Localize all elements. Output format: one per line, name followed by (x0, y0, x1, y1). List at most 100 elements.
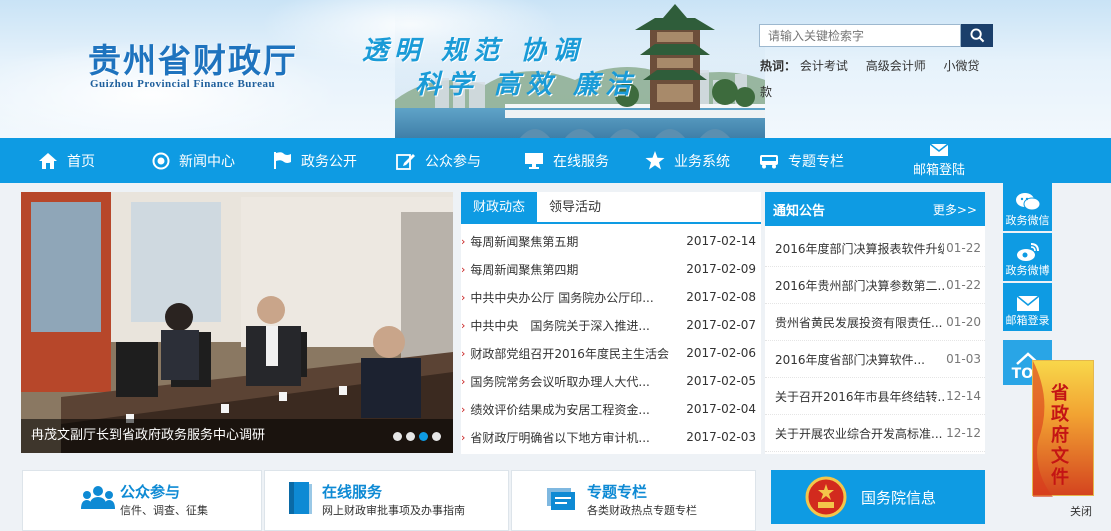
target-icon (152, 152, 170, 169)
nav-label: 公众参与 (425, 153, 481, 170)
arrow-icon: › (461, 234, 466, 248)
mail-icon (929, 143, 949, 156)
nav-item-special-topics[interactable]: 专题专栏 (759, 138, 844, 183)
tab-leader-activity[interactable]: 领导活动 (537, 192, 613, 224)
hot-keywords: 热词： 会计考试 高级会计师 小微贷款 (760, 53, 990, 105)
news-tabs: 财政动态 领导活动 (461, 192, 761, 224)
wechat-icon (1015, 193, 1040, 211)
home-icon (39, 152, 57, 169)
search-input[interactable] (759, 24, 961, 47)
notice-panel: 通知公告 更多>> 2016年度部门决算报表软件升级 01-22 2016年贵州部门… (765, 192, 985, 454)
arrow-icon: › (461, 430, 466, 444)
slogan-line-2: 科学 高效 廉洁 (415, 70, 638, 100)
search-button[interactable] (961, 24, 993, 47)
news-item[interactable]: › 绩效评价结果成为安居工程资金... 2017-02-04 (461, 395, 761, 423)
side-weixin-label: 政务微信 (1005, 214, 1050, 227)
slider-dots (393, 432, 441, 441)
nav-item-home[interactable]: 首页 (38, 138, 95, 183)
notice-item-title[interactable]: 贵州省黄民发展投资有限责任... (775, 314, 944, 331)
news-item-title[interactable]: 国务院常务会议听取办理人大代... (470, 373, 680, 390)
close-ad-button[interactable]: 关闭 (1070, 503, 1092, 519)
nav-label: 新闻中心 (179, 153, 235, 170)
news-item-title[interactable]: 财政部党组召开2016年度民主生活会 (470, 345, 680, 362)
nav-label: 首页 (67, 153, 95, 170)
news-item[interactable]: › 国务院常务会议听取办理人大代... 2017-02-05 (461, 367, 761, 395)
bus-icon (760, 154, 778, 168)
side-weixin[interactable]: 政务微信 (1003, 183, 1052, 231)
news-item-title[interactable]: 中共中央 国务院关于深入推进... (470, 317, 680, 334)
news-item-date: 2017-02-08 (686, 290, 756, 304)
news-item-date: 2017-02-05 (686, 374, 756, 388)
side-weibo[interactable]: 政务微博 (1003, 233, 1052, 281)
notice-item[interactable]: 2016年度省部门决算软件... 01-03 (765, 341, 985, 378)
monitor-icon (525, 153, 543, 169)
nav-item-business-system[interactable]: 业务系统 (645, 138, 730, 183)
news-item[interactable]: › 省财政厅明确省以下地方审计机... 2017-02-03 (461, 423, 761, 451)
weibo-icon (1016, 243, 1039, 261)
state-council-info-banner[interactable]: 国务院信息 (771, 470, 985, 524)
nav-item-gov-affairs[interactable]: 政务公开 (272, 138, 357, 183)
notice-item[interactable]: 关于召开2016年市县年终结转... 12-14 (765, 378, 985, 415)
site-logo-title[interactable]: 贵州省财政厅 (88, 34, 298, 82)
notice-item-title[interactable]: 关于开展农业综合开发高标准... (775, 425, 944, 442)
news-item[interactable]: › 财政部党组召开2016年度民主生活会 2017-02-06 (461, 339, 761, 367)
notice-item-title[interactable]: 2016年度省部门决算软件... (775, 351, 944, 368)
nav-item-public[interactable]: 公众参与 (396, 138, 481, 183)
nav-mail-label: 邮箱登陆 (912, 163, 965, 178)
special-topics-box[interactable]: 专题专栏 各类财政热点专题专栏 (511, 470, 756, 531)
news-item-title[interactable]: 中共中央办公厅 国务院办公厅印... (470, 289, 680, 306)
news-item-title[interactable]: 绩效评价结果成为安居工程资金... (470, 401, 680, 418)
hot-keyword[interactable]: 高级会计师 (866, 59, 926, 73)
notice-more-link[interactable]: 更多>> (933, 201, 977, 218)
notice-item-title[interactable]: 2016年贵州部门决算参数第二... (775, 277, 944, 294)
public-participation-box[interactable]: 公众参与 信件、调查、征集 (22, 470, 262, 531)
online-service-title: 在线服务 (322, 483, 383, 501)
nav-mail-login[interactable]: 邮箱登陆 (906, 138, 972, 183)
notice-title: 通知公告 (773, 203, 826, 219)
slider-caption[interactable]: 冉茂文副厅长到省政府政务服务中心调研 (21, 419, 453, 453)
notice-item[interactable]: 关于开展农业综合开发高标准... 12-12 (765, 415, 985, 452)
notice-item-date: 01-22 (946, 241, 981, 255)
arrow-icon: › (461, 374, 466, 388)
notice-item[interactable]: 贵州省黄民发展投资有限责任... 01-20 (765, 304, 985, 341)
side-weibo-label: 政务微博 (1005, 264, 1050, 277)
news-item[interactable]: › 每周新闻聚焦第五期 2017-02-14 (461, 227, 761, 255)
notice-item-date: 01-03 (946, 352, 981, 366)
public-participation-title: 公众参与 (120, 483, 181, 501)
news-item[interactable]: › 每周新闻聚焦第四期 2017-02-09 (461, 255, 761, 283)
news-item-title[interactable]: 每周新闻聚焦第五期 (470, 233, 680, 250)
meeting-photo (21, 192, 453, 453)
online-service-sub: 网上财政审批事项及办事指南 (322, 504, 465, 517)
nav-label: 政务公开 (301, 153, 357, 170)
news-item-title[interactable]: 每周新闻聚焦第四期 (470, 261, 680, 278)
nav-label: 在线服务 (553, 153, 609, 170)
side-mail[interactable]: 邮箱登录 (1003, 283, 1052, 331)
tab-finance-news[interactable]: 财政动态 (461, 192, 538, 224)
edit-icon (396, 153, 415, 170)
nav-item-online-service[interactable]: 在线服务 (524, 138, 609, 183)
notice-item-title[interactable]: 2016年度部门决算报表软件升级 (775, 240, 944, 257)
news-item[interactable]: › 中共中央办公厅 国务院办公厅印... 2017-02-08 (461, 283, 761, 311)
slider-dot[interactable] (432, 432, 441, 441)
slider-dot[interactable] (393, 432, 402, 441)
notice-list: 2016年度部门决算报表软件升级 01-22 2016年贵州部门决算参数第二... 0… (765, 226, 985, 452)
notice-item-date: 12-14 (946, 389, 981, 403)
hot-keyword[interactable]: 会计考试 (800, 59, 848, 73)
news-item-title[interactable]: 省财政厅明确省以下地方审计机... (470, 429, 680, 446)
arrow-icon: › (461, 402, 466, 416)
slider-dot[interactable] (406, 432, 415, 441)
nav-item-news[interactable]: 新闻中心 (152, 138, 235, 183)
notice-item[interactable]: 2016年贵州部门决算参数第二... 01-22 (765, 267, 985, 304)
arrow-icon: › (461, 318, 466, 332)
slider-dot-active[interactable] (419, 432, 428, 441)
news-item-date: 2017-02-06 (686, 346, 756, 360)
photo-slider[interactable]: 冉茂文副厅长到省政府政务服务中心调研 (21, 192, 453, 453)
notice-item-title[interactable]: 关于召开2016年市县年终结转... (775, 388, 944, 405)
online-service-box[interactable]: 在线服务 网上财政审批事项及办事指南 (264, 470, 509, 531)
floating-ad-banner[interactable]: 省政府文件 (1032, 360, 1094, 497)
news-item[interactable]: › 中共中央 国务院关于深入推进... 2017-02-07 (461, 311, 761, 339)
notice-item[interactable]: 2016年度部门决算报表软件升级 01-22 (765, 230, 985, 267)
star-icon (645, 151, 665, 170)
news-panel: 财政动态 领导活动 › 每周新闻聚焦第五期 2017-02-14 › 每周新闻聚焦第四期… (461, 192, 761, 454)
state-council-info-title: 国务院信息 (861, 488, 937, 507)
